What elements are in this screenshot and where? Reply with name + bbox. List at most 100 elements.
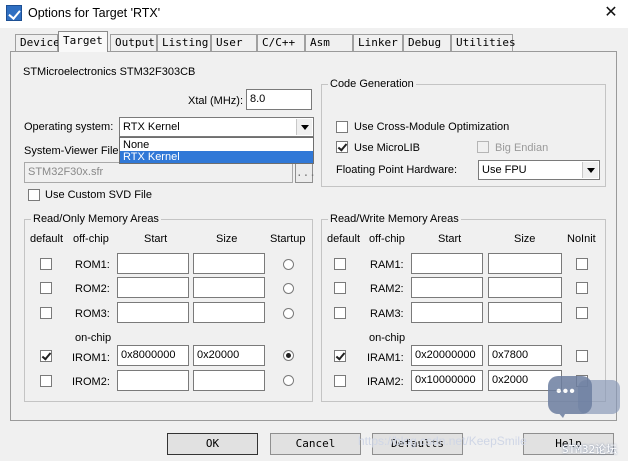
close-icon[interactable]: ✕ bbox=[596, 1, 626, 25]
ram1-start-input[interactable] bbox=[411, 253, 483, 274]
os-dropdown-list: None RTX Kernel bbox=[119, 137, 314, 164]
device-name: STMicroelectronics STM32F303CB bbox=[23, 66, 196, 78]
rw-header-start: Start bbox=[438, 233, 462, 245]
rw-header-offchip: off-chip bbox=[369, 233, 405, 245]
ram3-default-checkbox[interactable] bbox=[334, 307, 346, 319]
ram2-start-input[interactable] bbox=[411, 277, 483, 298]
rom1-default-checkbox[interactable] bbox=[40, 258, 52, 270]
os-select-value: RTX Kernel bbox=[123, 121, 180, 133]
rom2-startup-radio[interactable] bbox=[283, 283, 294, 294]
tab-cpp[interactable]: C/C++ bbox=[257, 34, 305, 51]
ram2-default-checkbox[interactable] bbox=[334, 282, 346, 294]
iram1-label: IRAM1: bbox=[367, 352, 404, 364]
tab-asm[interactable]: Asm bbox=[305, 34, 353, 51]
ro-header-offchip: off-chip bbox=[73, 233, 109, 245]
rom3-start-input[interactable] bbox=[117, 302, 189, 323]
app-checkmark-icon bbox=[6, 5, 22, 21]
cross-module-checkbox[interactable] bbox=[336, 121, 348, 133]
irom1-size-input[interactable]: 0x20000 bbox=[193, 345, 265, 366]
rom2-default-checkbox[interactable] bbox=[40, 282, 52, 294]
watermark-text: https://blog.csdn.net/KeepSmile bbox=[358, 434, 527, 448]
rom1-startup-radio[interactable] bbox=[283, 259, 294, 270]
rw-onchip-label: on-chip bbox=[369, 332, 406, 344]
fp-hardware-value: Use FPU bbox=[482, 164, 527, 176]
iram2-start-input[interactable]: 0x10000000 bbox=[411, 370, 483, 391]
fp-hardware-select[interactable]: Use FPU bbox=[478, 160, 600, 180]
tab-listing[interactable]: Listing bbox=[157, 34, 211, 51]
ro-memory-title: Read/Only Memory Areas bbox=[31, 213, 161, 225]
microlib-label: Use MicroLIB bbox=[354, 142, 421, 154]
rw-header-size: Size bbox=[514, 233, 536, 245]
ok-button[interactable]: OK bbox=[167, 433, 258, 455]
rw-header-default: default bbox=[327, 233, 361, 245]
custom-svd-label: Use Custom SVD File bbox=[45, 189, 152, 201]
microlib-checkbox[interactable] bbox=[336, 141, 348, 153]
tab-debug[interactable]: Debug bbox=[403, 34, 451, 51]
svd-file-input[interactable]: STM32F30x.sfr bbox=[24, 162, 293, 183]
rom1-start-input[interactable] bbox=[117, 253, 189, 274]
ram3-label: RAM3: bbox=[370, 308, 404, 320]
iram2-label: IRAM2: bbox=[367, 376, 404, 388]
ro-onchip-label: on-chip bbox=[75, 332, 112, 344]
irom2-startup-radio[interactable] bbox=[283, 375, 294, 386]
rom2-size-input[interactable] bbox=[193, 277, 265, 298]
rom3-size-input[interactable] bbox=[193, 302, 265, 323]
irom1-label: IROM1: bbox=[72, 352, 110, 364]
irom1-default-checkbox[interactable] bbox=[40, 350, 52, 362]
iram1-noinit-checkbox[interactable] bbox=[576, 350, 588, 362]
ram3-size-input[interactable] bbox=[488, 302, 562, 323]
os-option-rtx-kernel[interactable]: RTX Kernel bbox=[120, 151, 313, 163]
irom1-startup-radio[interactable] bbox=[283, 350, 294, 361]
irom1-start-input[interactable]: 0x8000000 bbox=[117, 345, 189, 366]
big-endian-checkbox[interactable] bbox=[477, 141, 489, 153]
tab-output[interactable]: Output bbox=[110, 34, 157, 51]
chevron-down-icon[interactable] bbox=[296, 119, 312, 135]
ram3-start-input[interactable] bbox=[411, 302, 483, 323]
ram1-noinit-checkbox[interactable] bbox=[576, 258, 588, 270]
ram1-default-checkbox[interactable] bbox=[334, 258, 346, 270]
iram1-default-checkbox[interactable] bbox=[334, 350, 346, 362]
ro-header-start: Start bbox=[144, 233, 168, 245]
os-option-none[interactable]: None bbox=[120, 139, 313, 151]
tab-device[interactable]: Device bbox=[15, 34, 60, 51]
tab-linker[interactable]: Linker bbox=[353, 34, 403, 51]
tab-target[interactable]: Target bbox=[58, 31, 108, 52]
ram3-noinit-checkbox[interactable] bbox=[576, 307, 588, 319]
iram1-start-input[interactable]: 0x20000000 bbox=[411, 345, 483, 366]
rw-memory-title: Read/Write Memory Areas bbox=[328, 213, 461, 225]
ram2-label: RAM2: bbox=[370, 283, 404, 295]
ram2-noinit-checkbox[interactable] bbox=[576, 282, 588, 294]
chevron-down-icon[interactable] bbox=[582, 162, 598, 178]
irom2-start-input[interactable] bbox=[117, 370, 189, 391]
tab-user[interactable]: User bbox=[211, 34, 257, 51]
irom2-default-checkbox[interactable] bbox=[40, 375, 52, 387]
rom3-label: ROM3: bbox=[75, 308, 110, 320]
forum-logo-text: STM32论坛 bbox=[562, 443, 618, 456]
big-endian-label: Big Endian bbox=[495, 142, 549, 154]
os-select[interactable]: RTX Kernel bbox=[119, 117, 314, 137]
iram2-default-checkbox[interactable] bbox=[334, 375, 346, 387]
rom1-size-input[interactable] bbox=[193, 253, 265, 274]
ro-header-default: default bbox=[30, 233, 64, 245]
rom2-start-input[interactable] bbox=[117, 277, 189, 298]
svd-browse-button[interactable]: ... bbox=[295, 162, 316, 183]
ro-header-startup: Startup bbox=[270, 233, 306, 245]
custom-svd-checkbox[interactable] bbox=[28, 189, 40, 201]
ram2-size-input[interactable] bbox=[488, 277, 562, 298]
rom3-startup-radio[interactable] bbox=[283, 308, 294, 319]
cancel-button[interactable]: Cancel bbox=[270, 433, 361, 455]
code-generation-title: Code Generation bbox=[328, 78, 416, 90]
rw-header-noinit: NoInit bbox=[567, 233, 596, 245]
ram1-size-input[interactable] bbox=[488, 253, 562, 274]
window-title: Options for Target 'RTX' bbox=[28, 6, 161, 20]
iram1-size-input[interactable]: 0x7800 bbox=[488, 345, 562, 366]
os-label: Operating system: bbox=[24, 121, 114, 133]
svd-label: System-Viewer File ( bbox=[24, 145, 126, 157]
ram1-label: RAM1: bbox=[370, 259, 404, 271]
rom2-label: ROM2: bbox=[75, 283, 110, 295]
cross-module-label: Use Cross-Module Optimization bbox=[354, 121, 510, 133]
irom2-size-input[interactable] bbox=[193, 370, 265, 391]
xtal-input[interactable]: 8.0 bbox=[246, 89, 312, 110]
rom3-default-checkbox[interactable] bbox=[40, 307, 52, 319]
tab-utilities[interactable]: Utilities bbox=[451, 34, 516, 51]
